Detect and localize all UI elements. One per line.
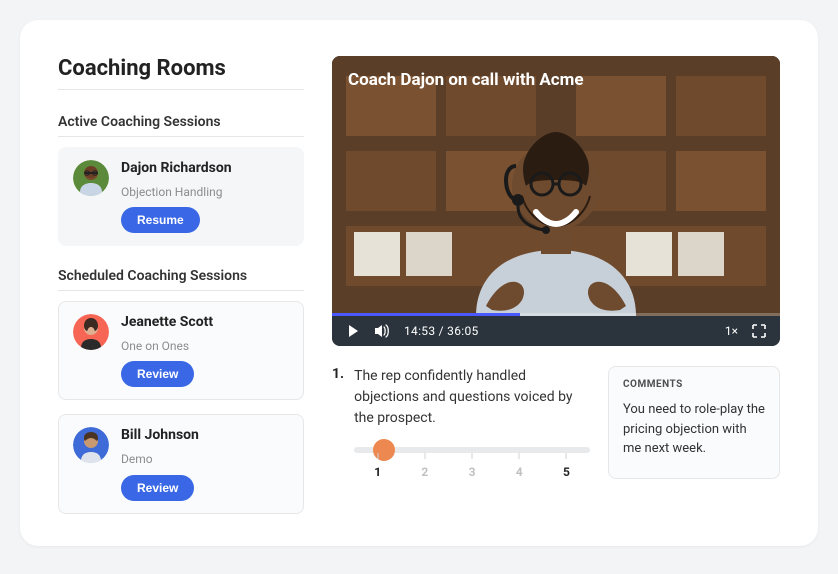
scheduled-sessions-heading: Scheduled Coaching Sessions: [58, 268, 304, 291]
time-display: 14:53 / 36:05: [404, 324, 479, 338]
comments-box: COMMENTS You need to role-play the prici…: [608, 366, 780, 479]
session-name: Jeanette Scott: [121, 314, 213, 331]
resume-button[interactable]: Resume: [121, 207, 200, 233]
avatar: [73, 160, 109, 196]
comments-heading: COMMENTS: [623, 379, 765, 390]
session-card[interactable]: Dajon Richardson Objection Handling Resu…: [58, 147, 304, 246]
comments-text: You need to role-play the pricing object…: [623, 400, 765, 459]
video-player: Coach Dajon on call with Acme 14:53 / 36…: [332, 56, 780, 346]
rating-number: 1.: [332, 366, 344, 479]
rating-slider[interactable]: 1 2 3 4 5: [354, 447, 590, 479]
volume-icon[interactable]: [374, 324, 390, 338]
tick-label: 5: [543, 465, 590, 479]
tick-label: 2: [401, 465, 448, 479]
tick-label: 3: [448, 465, 495, 479]
play-icon[interactable]: [346, 324, 360, 338]
avatar: [73, 314, 109, 350]
playback-speed[interactable]: 1×: [725, 324, 738, 338]
video-controls: 14:53 / 36:05 1×: [332, 316, 780, 346]
active-sessions-heading: Active Coaching Sessions: [58, 114, 304, 137]
review-button[interactable]: Review: [121, 475, 194, 501]
active-sessions-section: Active Coaching Sessions Dajon Richardso…: [58, 114, 304, 246]
session-card[interactable]: Bill Johnson Demo Review: [58, 414, 304, 513]
progress-fill: [332, 313, 520, 316]
session-name: Bill Johnson: [121, 427, 199, 444]
scheduled-sessions-section: Scheduled Coaching Sessions Jeanette Sco…: [58, 268, 304, 513]
review-button[interactable]: Review: [121, 361, 194, 387]
slider-thumb[interactable]: [373, 439, 395, 461]
video-title: Coach Dajon on call with Acme: [348, 70, 584, 90]
coaching-rooms-card: Coaching Rooms Active Coaching Sessions: [20, 20, 818, 546]
session-topic: Demo: [121, 452, 199, 466]
avatar: [73, 427, 109, 463]
session-topic: One on Ones: [121, 339, 213, 353]
tick-label: 1: [354, 465, 401, 479]
video-viewport[interactable]: Coach Dajon on call with Acme: [332, 56, 780, 316]
session-topic: Objection Handling: [121, 185, 232, 199]
session-card[interactable]: Jeanette Scott One on Ones Review: [58, 301, 304, 400]
progress-bar[interactable]: [332, 313, 780, 316]
video-still: [332, 56, 780, 316]
fullscreen-icon[interactable]: [752, 324, 766, 338]
rating-and-comments: 1. The rep confidently handled objection…: [332, 366, 780, 479]
rating-text: The rep confidently handled objections a…: [354, 366, 590, 429]
sidebar: Coaching Rooms Active Coaching Sessions: [58, 56, 304, 514]
rating-block: 1. The rep confidently handled objection…: [332, 366, 590, 479]
main-content: Coach Dajon on call with Acme 14:53 / 36…: [332, 56, 780, 514]
tick-label: 4: [496, 465, 543, 479]
session-name: Dajon Richardson: [121, 160, 232, 177]
page-title: Coaching Rooms: [58, 56, 304, 90]
